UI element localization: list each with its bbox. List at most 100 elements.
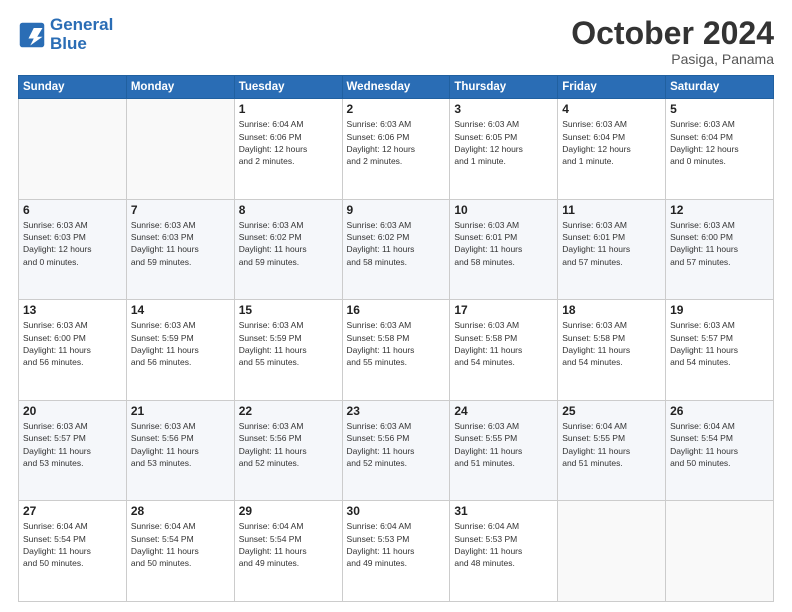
calendar-cell: 16Sunrise: 6:03 AM Sunset: 5:58 PM Dayli…: [342, 300, 450, 401]
day-number: 6: [23, 203, 122, 217]
day-info: Sunrise: 6:03 AM Sunset: 6:03 PM Dayligh…: [131, 219, 230, 268]
day-number: 21: [131, 404, 230, 418]
day-info: Sunrise: 6:03 AM Sunset: 6:05 PM Dayligh…: [454, 118, 553, 167]
day-info: Sunrise: 6:04 AM Sunset: 6:06 PM Dayligh…: [239, 118, 338, 167]
calendar-cell: 15 Sunrise: 6:03 AM Sunset: 5:59 PM Dayli…: [234, 300, 342, 401]
calendar-cell: 25 Sunrise: 6:04 AM Sunset: 5:55 PM Dayli…: [558, 400, 666, 501]
calendar-cell: 27 Sunrise: 6:04 AM Sunset: 5:54 PM Dayli…: [19, 501, 127, 602]
calendar-cell: [19, 99, 127, 200]
day-number: 29: [239, 504, 338, 518]
calendar-cell: 26 Sunrise: 6:04 AM Sunset: 5:54 PM Dayli…: [666, 400, 774, 501]
day-header-friday: Friday: [558, 76, 666, 99]
day-number: 28: [131, 504, 230, 518]
day-number: 9: [347, 203, 446, 217]
day-info: Sunrise: 6:03 AM Sunset: 5:59 PM Dayligh…: [239, 319, 338, 368]
day-info: Sunrise: 6:03 AM Sunset: 5:57 PM Dayligh…: [670, 319, 769, 368]
calendar-cell: 30 Sunrise: 6:04 AM Sunset: 5:53 PM Dayli…: [342, 501, 450, 602]
calendar-cell: 8Sunrise: 6:03 AM Sunset: 6:02 PM Daylig…: [234, 199, 342, 300]
day-number: 27: [23, 504, 122, 518]
day-header-monday: Monday: [126, 76, 234, 99]
day-number: 18: [562, 303, 661, 317]
calendar-cell: 19 Sunrise: 6:03 AM Sunset: 5:57 PM Dayli…: [666, 300, 774, 401]
day-info: Sunrise: 6:03 AM Sunset: 6:01 PM Dayligh…: [562, 219, 661, 268]
day-info: Sunrise: 6:03 AM Sunset: 6:02 PM Dayligh…: [239, 219, 338, 268]
calendar-week-3: 13 Sunrise: 6:03 AM Sunset: 6:00 PM Dayli…: [19, 300, 774, 401]
day-info: Sunrise: 6:04 AM Sunset: 5:54 PM Dayligh…: [131, 520, 230, 569]
logo-text: General Blue: [50, 16, 113, 53]
calendar-header: SundayMondayTuesdayWednesdayThursdayFrid…: [19, 76, 774, 99]
calendar-cell: [666, 501, 774, 602]
calendar-cell: 29Sunrise: 6:04 AM Sunset: 5:54 PM Dayli…: [234, 501, 342, 602]
calendar-cell: 6 Sunrise: 6:03 AM Sunset: 6:03 PM Daylig…: [19, 199, 127, 300]
calendar-cell: 4 Sunrise: 6:03 AM Sunset: 6:04 PM Daylig…: [558, 99, 666, 200]
day-info: Sunrise: 6:03 AM Sunset: 5:58 PM Dayligh…: [562, 319, 661, 368]
day-number: 15: [239, 303, 338, 317]
calendar-cell: 2Sunrise: 6:03 AM Sunset: 6:06 PM Daylig…: [342, 99, 450, 200]
calendar-cell: [558, 501, 666, 602]
day-header-sunday: Sunday: [19, 76, 127, 99]
calendar-cell: 22Sunrise: 6:03 AM Sunset: 5:56 PM Dayli…: [234, 400, 342, 501]
calendar-table: SundayMondayTuesdayWednesdayThursdayFrid…: [18, 75, 774, 602]
calendar-cell: 9Sunrise: 6:03 AM Sunset: 6:02 PM Daylig…: [342, 199, 450, 300]
calendar-cell: 1Sunrise: 6:04 AM Sunset: 6:06 PM Daylig…: [234, 99, 342, 200]
calendar-cell: 31Sunrise: 6:04 AM Sunset: 5:53 PM Dayli…: [450, 501, 558, 602]
calendar-cell: 17Sunrise: 6:03 AM Sunset: 5:58 PM Dayli…: [450, 300, 558, 401]
day-info: Sunrise: 6:03 AM Sunset: 6:01 PM Dayligh…: [454, 219, 553, 268]
day-info: Sunrise: 6:03 AM Sunset: 6:04 PM Dayligh…: [562, 118, 661, 167]
day-number: 4: [562, 102, 661, 116]
day-number: 25: [562, 404, 661, 418]
day-info: Sunrise: 6:04 AM Sunset: 5:53 PM Dayligh…: [347, 520, 446, 569]
day-info: Sunrise: 6:03 AM Sunset: 6:04 PM Dayligh…: [670, 118, 769, 167]
day-number: 26: [670, 404, 769, 418]
day-number: 30: [347, 504, 446, 518]
day-info: Sunrise: 6:03 AM Sunset: 6:00 PM Dayligh…: [670, 219, 769, 268]
day-info: Sunrise: 6:03 AM Sunset: 6:00 PM Dayligh…: [23, 319, 122, 368]
calendar-cell: 7 Sunrise: 6:03 AM Sunset: 6:03 PM Daylig…: [126, 199, 234, 300]
calendar-week-2: 6 Sunrise: 6:03 AM Sunset: 6:03 PM Daylig…: [19, 199, 774, 300]
logo-icon: [18, 21, 46, 49]
day-info: Sunrise: 6:03 AM Sunset: 5:56 PM Dayligh…: [239, 420, 338, 469]
calendar-week-4: 20 Sunrise: 6:03 AM Sunset: 5:57 PM Dayli…: [19, 400, 774, 501]
day-info: Sunrise: 6:04 AM Sunset: 5:54 PM Dayligh…: [23, 520, 122, 569]
day-number: 10: [454, 203, 553, 217]
day-info: Sunrise: 6:03 AM Sunset: 5:55 PM Dayligh…: [454, 420, 553, 469]
calendar-cell: 5 Sunrise: 6:03 AM Sunset: 6:04 PM Daylig…: [666, 99, 774, 200]
day-number: 24: [454, 404, 553, 418]
day-header-tuesday: Tuesday: [234, 76, 342, 99]
day-header-saturday: Saturday: [666, 76, 774, 99]
calendar-cell: 24 Sunrise: 6:03 AM Sunset: 5:55 PM Dayli…: [450, 400, 558, 501]
day-number: 14: [131, 303, 230, 317]
day-info: Sunrise: 6:03 AM Sunset: 6:03 PM Dayligh…: [23, 219, 122, 268]
day-info: Sunrise: 6:03 AM Sunset: 5:56 PM Dayligh…: [131, 420, 230, 469]
day-info: Sunrise: 6:04 AM Sunset: 5:55 PM Dayligh…: [562, 420, 661, 469]
calendar-cell: 18 Sunrise: 6:03 AM Sunset: 5:58 PM Dayli…: [558, 300, 666, 401]
day-number: 5: [670, 102, 769, 116]
calendar-cell: 3 Sunrise: 6:03 AM Sunset: 6:05 PM Daylig…: [450, 99, 558, 200]
month-title: October 2024: [571, 16, 774, 51]
day-number: 19: [670, 303, 769, 317]
day-info: Sunrise: 6:03 AM Sunset: 5:58 PM Dayligh…: [454, 319, 553, 368]
day-number: 23: [347, 404, 446, 418]
calendar-body: 1Sunrise: 6:04 AM Sunset: 6:06 PM Daylig…: [19, 99, 774, 602]
header-row: SundayMondayTuesdayWednesdayThursdayFrid…: [19, 76, 774, 99]
day-number: 13: [23, 303, 122, 317]
calendar-week-1: 1Sunrise: 6:04 AM Sunset: 6:06 PM Daylig…: [19, 99, 774, 200]
calendar-cell: 21 Sunrise: 6:03 AM Sunset: 5:56 PM Dayli…: [126, 400, 234, 501]
title-block: October 2024 Pasiga, Panama: [571, 16, 774, 67]
logo-line2: Blue: [50, 34, 87, 53]
header: General Blue October 2024 Pasiga, Panama: [18, 16, 774, 67]
logo-line1: General: [50, 15, 113, 34]
day-info: Sunrise: 6:03 AM Sunset: 5:59 PM Dayligh…: [131, 319, 230, 368]
calendar-cell: 23Sunrise: 6:03 AM Sunset: 5:56 PM Dayli…: [342, 400, 450, 501]
day-info: Sunrise: 6:03 AM Sunset: 5:58 PM Dayligh…: [347, 319, 446, 368]
day-number: 20: [23, 404, 122, 418]
day-number: 3: [454, 102, 553, 116]
day-number: 7: [131, 203, 230, 217]
day-info: Sunrise: 6:04 AM Sunset: 5:53 PM Dayligh…: [454, 520, 553, 569]
calendar-cell: [126, 99, 234, 200]
day-info: Sunrise: 6:03 AM Sunset: 5:57 PM Dayligh…: [23, 420, 122, 469]
location: Pasiga, Panama: [571, 51, 774, 67]
calendar-cell: 28 Sunrise: 6:04 AM Sunset: 5:54 PM Dayli…: [126, 501, 234, 602]
day-info: Sunrise: 6:04 AM Sunset: 5:54 PM Dayligh…: [670, 420, 769, 469]
page: General Blue October 2024 Pasiga, Panama…: [0, 0, 792, 612]
